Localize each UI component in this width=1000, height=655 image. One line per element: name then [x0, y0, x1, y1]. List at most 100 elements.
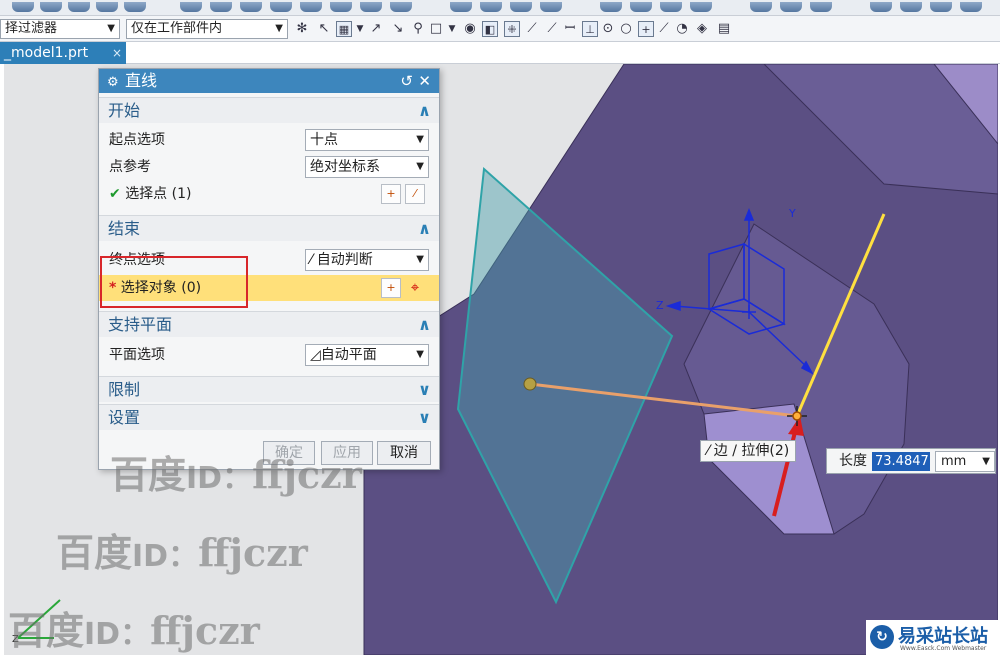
- tab-model1[interactable]: _model1.prt ×: [0, 42, 126, 64]
- scope-filter-combo[interactable]: 仅在工作部件内 ▼: [126, 19, 288, 39]
- dropdown-icon[interactable]: ▼: [444, 21, 460, 37]
- length-input[interactable]: 73.4847: [872, 452, 930, 471]
- end-option-select[interactable]: ⁄ 自动判断 ▼: [305, 249, 429, 271]
- ribbon-icon[interactable]: [870, 2, 892, 12]
- chevron-up-icon[interactable]: ∧: [418, 312, 431, 338]
- start-point-handle[interactable]: [523, 377, 537, 391]
- length-unit-value: mm: [941, 454, 967, 469]
- ribbon-icon[interactable]: [810, 2, 832, 12]
- ribbon-icon[interactable]: [240, 2, 262, 12]
- ribbon-icon[interactable]: [600, 2, 622, 12]
- chevron-down-icon[interactable]: ∨: [418, 377, 431, 403]
- section-start-header[interactable]: 开始 ∧: [99, 97, 439, 123]
- ribbon-icon-strip: [0, 0, 1000, 16]
- ribbon-icon[interactable]: [660, 2, 682, 12]
- ribbon-icon[interactable]: [630, 2, 652, 12]
- ribbon-icon[interactable]: [780, 2, 802, 12]
- start-option-row: 起点选项 十点 ▼: [99, 127, 439, 153]
- snap-point-icon[interactable]: ⌖: [405, 278, 425, 298]
- snap-existing-point-icon[interactable]: ⟋: [656, 21, 672, 37]
- select-point-row[interactable]: ✔ 选择点 (1) + ⁄: [99, 181, 439, 207]
- dialog-title-bar[interactable]: ⚙ 直线 ↺ ✕: [99, 69, 439, 93]
- point-ref-label: 点参考: [109, 159, 151, 175]
- inferred-point-icon[interactable]: ⁄: [405, 184, 425, 204]
- point-ref-select[interactable]: 绝对坐标系 ▼: [305, 156, 429, 178]
- settings-icon[interactable]: ✻: [294, 21, 310, 37]
- ribbon-icon[interactable]: [124, 2, 146, 12]
- snap-face-icon[interactable]: ◈: [694, 21, 710, 37]
- section-limits-header[interactable]: 限制 ∨: [99, 376, 439, 402]
- ribbon-icon[interactable]: [270, 2, 292, 12]
- start-option-select[interactable]: 十点 ▼: [305, 129, 429, 151]
- section-settings-title: 设置: [108, 408, 141, 427]
- document-tab-bar: _model1.prt ×: [0, 42, 1000, 64]
- point-dialog-icon[interactable]: +: [381, 184, 401, 204]
- snap-grid-icon[interactable]: ⁜: [504, 21, 520, 37]
- section-support-header[interactable]: 支持平面 ∧: [99, 311, 439, 337]
- select-all-icon[interactable]: ↖: [316, 21, 332, 37]
- close-icon[interactable]: ✕: [418, 69, 431, 93]
- section-limits-title: 限制: [108, 380, 141, 399]
- ribbon-icon[interactable]: [960, 2, 982, 12]
- ribbon-icon[interactable]: [96, 2, 118, 12]
- snap-line-icon[interactable]: ⟋: [544, 21, 560, 37]
- selection-toolbar: 择过滤器 ▼ 仅在工作部件内 ▼ ✻ ↖ ▦ ▼ ↗ ↘ ⚲ □ ▼ ◉ ◧ ⁜…: [0, 16, 1000, 42]
- dropdown-icon[interactable]: ▼: [352, 21, 368, 37]
- snap-endpoint-icon[interactable]: ⊥: [582, 21, 598, 37]
- snap-curve-icon[interactable]: ꟷ: [562, 21, 578, 37]
- snap-pole-icon[interactable]: ◔: [674, 21, 690, 37]
- section-settings-header[interactable]: 设置 ∨: [99, 404, 439, 430]
- section-end-header[interactable]: 结束 ∧: [99, 215, 439, 241]
- ribbon-icon[interactable]: [40, 2, 62, 12]
- snap-tooltip: ⁄ 边 / 拉伸(2): [700, 440, 797, 462]
- chain-icon[interactable]: ⚲: [410, 21, 426, 37]
- cancel-button[interactable]: 取消: [377, 441, 431, 465]
- snap-line-icon[interactable]: ⟋: [524, 21, 540, 37]
- length-input-box: 长度 73.4847 mm ▼: [826, 448, 996, 474]
- plane-option-select[interactable]: ◿自动平面 ▼: [305, 344, 429, 366]
- ribbon-icon[interactable]: [480, 2, 502, 12]
- select-point-label: 选择点 (1): [125, 186, 192, 202]
- ribbon-icon[interactable]: [450, 2, 472, 12]
- chevron-down-icon[interactable]: ∨: [418, 405, 431, 431]
- view-icon[interactable]: ◉: [462, 21, 478, 37]
- snap-intersection-icon[interactable]: +: [638, 21, 654, 37]
- chevron-down-icon: ▼: [416, 161, 424, 172]
- selection-mode-icon[interactable]: ▦: [336, 21, 352, 37]
- ribbon-icon[interactable]: [690, 2, 712, 12]
- ribbon-icon[interactable]: [12, 2, 34, 12]
- chevron-up-icon[interactable]: ∧: [418, 98, 431, 124]
- ribbon-icon[interactable]: [68, 2, 90, 12]
- reset-icon[interactable]: ↺: [400, 69, 413, 93]
- ribbon-icon[interactable]: [180, 2, 202, 12]
- axis-z-label: Z: [656, 299, 664, 312]
- snap-quadrant-icon[interactable]: ○: [618, 21, 634, 37]
- logo-subtitle: Www.Easck.Com Webmaster: [900, 645, 987, 652]
- chevron-up-icon[interactable]: ∧: [418, 216, 431, 242]
- ribbon-icon[interactable]: [330, 2, 352, 12]
- snap-tooltip-text: 边 / 拉伸(2): [713, 443, 790, 459]
- ribbon-icon[interactable]: [510, 2, 532, 12]
- length-unit-select[interactable]: mm ▼: [935, 451, 995, 472]
- ribbon-icon[interactable]: [540, 2, 562, 12]
- type-filter-combo[interactable]: 择过滤器 ▼: [0, 19, 120, 39]
- checkmark-icon: ✔: [109, 186, 121, 202]
- ribbon-icon[interactable]: [360, 2, 382, 12]
- snap-list-icon[interactable]: ▤: [716, 21, 732, 37]
- solid-icon[interactable]: ◧: [482, 21, 498, 37]
- feature-icon[interactable]: ↘: [390, 21, 406, 37]
- ribbon-icon[interactable]: [210, 2, 232, 12]
- chevron-down-icon: ▼: [416, 254, 424, 265]
- ribbon-icon[interactable]: [390, 2, 412, 12]
- ribbon-icon[interactable]: [900, 2, 922, 12]
- gear-icon[interactable]: ⚙: [107, 71, 121, 95]
- close-icon[interactable]: ×: [112, 42, 122, 64]
- rectangle-select-icon[interactable]: □: [428, 21, 444, 37]
- snap-center-icon[interactable]: ⊙: [600, 21, 616, 37]
- ribbon-icon[interactable]: [930, 2, 952, 12]
- point-dialog-icon[interactable]: +: [381, 278, 401, 298]
- logo-icon: ↻: [870, 625, 894, 649]
- ribbon-icon[interactable]: [750, 2, 772, 12]
- deselect-icon[interactable]: ↗: [368, 21, 384, 37]
- ribbon-icon[interactable]: [300, 2, 322, 12]
